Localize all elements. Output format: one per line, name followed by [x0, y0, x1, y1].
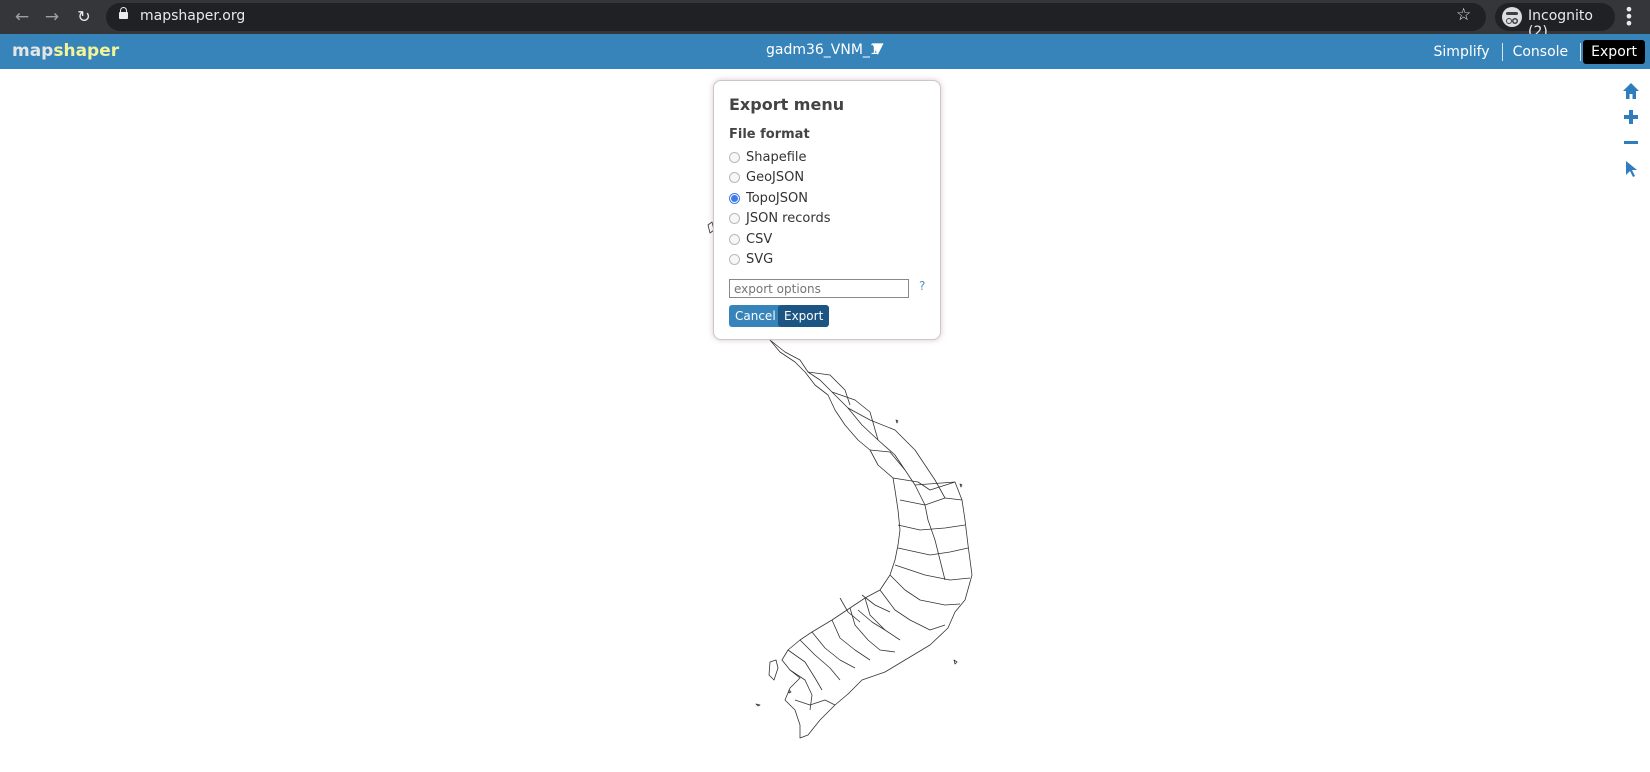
province-boundary [839, 597, 861, 623]
star-icon[interactable]: ☆ [1456, 5, 1471, 25]
layer-selector[interactable]: gadm36_VNM_1 [766, 42, 879, 58]
cancel-button[interactable]: Cancel [729, 305, 782, 327]
address-bar[interactable]: mapshaper.org ☆ [106, 3, 1486, 31]
export-dialog: Export menu File format Shapefile GeoJSO… [713, 80, 941, 340]
help-link[interactable]: ? [919, 279, 925, 293]
format-label: SVG [746, 251, 774, 267]
province-boundary [897, 547, 969, 556]
kebab-menu-icon[interactable]: • • • [1624, 2, 1634, 32]
header-buttons: Simplify Console Export [1426, 34, 1650, 69]
logo-part-map: map [12, 41, 54, 61]
export-header-button[interactable]: Export [1583, 39, 1645, 64]
format-option-csv[interactable]: CSV [729, 230, 772, 248]
reload-icon[interactable]: ↻ [72, 5, 96, 29]
incognito-icon [1502, 7, 1522, 27]
forward-arrow-icon[interactable]: → [40, 5, 64, 29]
radio-button-selected[interactable] [729, 192, 740, 204]
province-boundary [879, 589, 946, 631]
url-text[interactable]: mapshaper.org [140, 8, 245, 24]
simplify-button[interactable]: Simplify [1426, 40, 1498, 64]
province-boundary [831, 619, 871, 661]
lock-icon [119, 7, 128, 19]
zoom-out-icon[interactable] [1620, 132, 1642, 154]
back-arrow-icon[interactable]: ← [10, 5, 34, 29]
province-boundary [794, 699, 836, 706]
format-option-topojson[interactable]: TopoJSON [729, 189, 808, 207]
province-boundary [857, 609, 886, 631]
radio-button[interactable] [729, 151, 740, 163]
radio-button[interactable] [729, 212, 740, 224]
mapshaper-logo: mapshaper [12, 41, 119, 61]
header-divider [1501, 42, 1503, 61]
format-label: CSV [746, 231, 773, 247]
province-boundary [899, 497, 963, 506]
format-option-shapefile[interactable]: Shapefile [729, 148, 807, 166]
browser-toolbar: ← → ↻ mapshaper.org ☆ Incognito (2) • • • [0, 0, 1650, 40]
app-header: mapshaper gadm36_VNM_1 ▼ Simplify Consol… [0, 34, 1650, 69]
province-boundary [811, 631, 856, 669]
island [768, 659, 779, 681]
island [788, 689, 792, 694]
province-boundary [789, 669, 813, 711]
format-label: TopoJSON [746, 190, 808, 206]
zoom-in-icon[interactable] [1620, 107, 1642, 129]
header-divider [1580, 42, 1582, 61]
logo-part-shaper: shaper [53, 41, 120, 61]
island [959, 483, 963, 488]
province-boundary [894, 564, 971, 581]
pointer-icon[interactable] [1620, 158, 1642, 180]
incognito-indicator[interactable]: Incognito (2) [1495, 3, 1615, 40]
export-options-input[interactable] [729, 279, 909, 298]
island [895, 419, 899, 424]
format-option-svg[interactable]: SVG [729, 250, 773, 268]
format-label: Shapefile [746, 149, 807, 165]
format-label: GeoJSON [746, 169, 805, 185]
format-option-json-records[interactable]: JSON records [729, 209, 830, 227]
island [953, 659, 958, 665]
radio-button[interactable] [729, 171, 740, 183]
format-label: JSON records [746, 210, 831, 226]
province-boundary [849, 607, 896, 653]
dialog-title: Export menu [729, 95, 845, 114]
format-option-geojson[interactable]: GeoJSON [729, 168, 804, 186]
file-format-label: File format [729, 127, 810, 142]
province-boundary [847, 407, 926, 466]
chevron-down-icon[interactable]: ▼ [872, 39, 884, 57]
radio-button[interactable] [729, 233, 740, 245]
radio-button[interactable] [729, 253, 740, 265]
province-boundary [924, 464, 946, 499]
province-boundary [864, 597, 901, 641]
console-button[interactable]: Console [1505, 40, 1577, 64]
province-boundary [799, 639, 841, 681]
island [755, 703, 761, 707]
home-icon[interactable] [1620, 80, 1642, 102]
province-boundary [787, 649, 823, 691]
map-outline [769, 339, 973, 739]
export-button[interactable]: Export [778, 305, 830, 327]
